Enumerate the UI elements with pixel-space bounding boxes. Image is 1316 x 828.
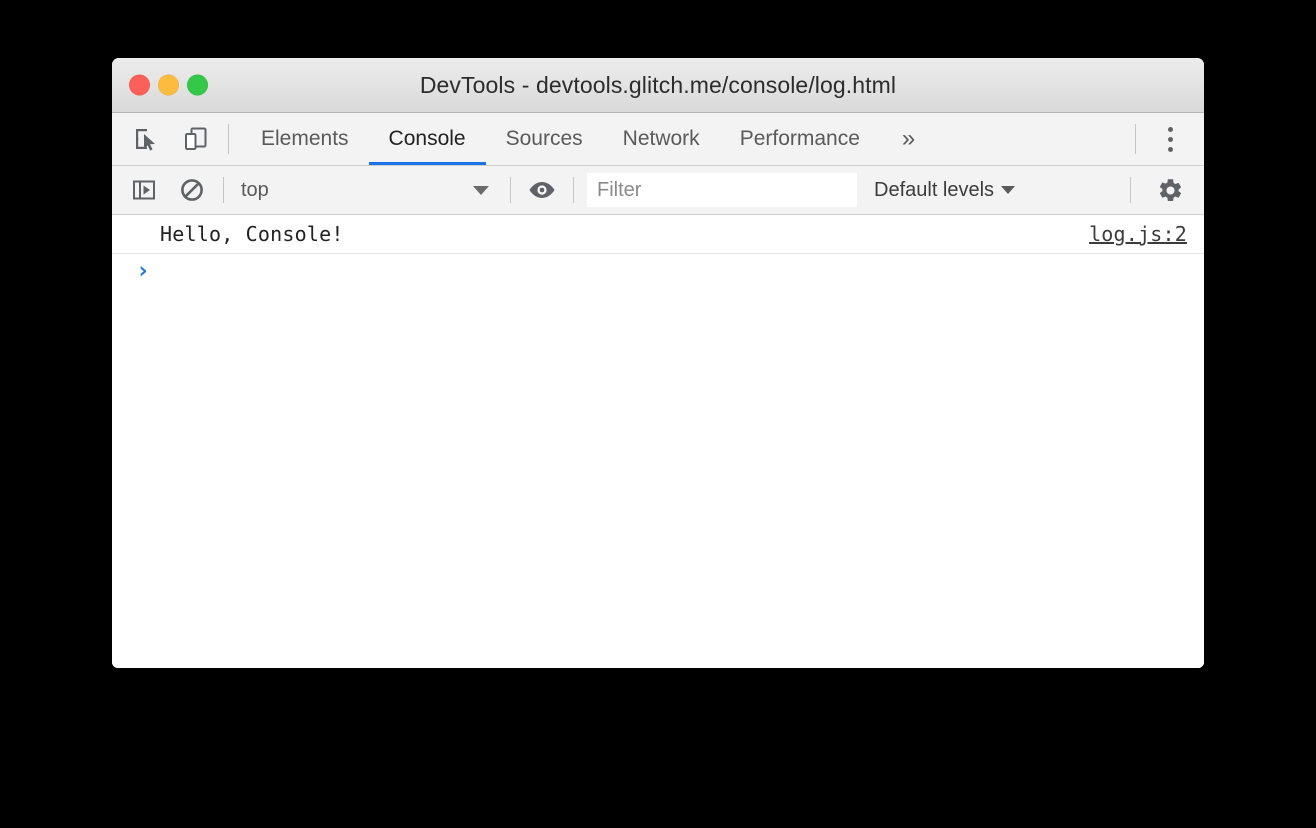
- tab-network[interactable]: Network: [603, 113, 720, 165]
- console-message-source-link[interactable]: log.js:2: [1089, 222, 1187, 246]
- tabbar-right-group: [1129, 113, 1204, 165]
- window-title: DevTools - devtools.glitch.me/console/lo…: [419, 71, 897, 98]
- kebab-dot: [1167, 146, 1173, 152]
- more-tabs-button[interactable]: »: [880, 113, 937, 165]
- console-toolbar-right: [1130, 169, 1204, 211]
- tab-sources[interactable]: Sources: [486, 113, 603, 165]
- clear-console-icon: [181, 179, 203, 201]
- console-message-text: Hello, Console!: [160, 222, 344, 246]
- console-toolbar: top Default levels: [112, 166, 1204, 215]
- tab-elements[interactable]: Elements: [241, 113, 369, 165]
- maximize-window-button[interactable]: [187, 74, 208, 96]
- clear-console-button[interactable]: [174, 172, 210, 208]
- devtools-tabbar: Elements Console Sources Network Perform…: [112, 113, 1204, 166]
- tabbar-right-divider: [1135, 124, 1136, 154]
- chevron-down-icon: [473, 185, 489, 195]
- console-toolbar-divider-3: [573, 177, 574, 203]
- console-settings-button[interactable]: [1149, 169, 1191, 211]
- log-levels-selector[interactable]: Default levels: [874, 178, 1016, 202]
- execution-context-selector[interactable]: top: [237, 175, 497, 205]
- chevron-down-icon: [1001, 186, 1016, 194]
- tabbar-divider: [228, 124, 229, 154]
- tab-performance[interactable]: Performance: [720, 113, 880, 165]
- console-prompt-row[interactable]: ›: [112, 254, 1204, 300]
- console-toolbar-divider-1: [223, 177, 224, 203]
- gear-icon: [1159, 178, 1181, 201]
- close-window-button[interactable]: [129, 74, 150, 96]
- sidebar-panel-icon: [133, 180, 155, 200]
- prompt-arrow-icon: ›: [136, 258, 150, 284]
- devtools-window: DevTools - devtools.glitch.me/console/lo…: [112, 58, 1204, 668]
- traffic-lights: [129, 74, 208, 96]
- main-menu-button[interactable]: [1150, 119, 1190, 159]
- tabbar-tool-icons: [112, 113, 214, 165]
- filter-input[interactable]: [587, 173, 857, 207]
- devtools-tabs: Elements Console Sources Network Perform…: [241, 113, 937, 165]
- console-prompt-input[interactable]: [150, 260, 1204, 288]
- eye-icon: [529, 182, 555, 198]
- device-toolbar-button[interactable]: [178, 121, 214, 157]
- inspect-element-icon: [136, 129, 155, 151]
- log-levels-label: Default levels: [874, 178, 995, 201]
- console-message-list[interactable]: Hello, Console! log.js:2 ›: [112, 215, 1204, 668]
- console-toolbar-divider-2: [510, 177, 511, 203]
- kebab-dot: [1167, 126, 1173, 132]
- window-titlebar: DevTools - devtools.glitch.me/console/lo…: [112, 58, 1204, 113]
- kebab-dot: [1167, 136, 1173, 142]
- device-toolbar-icon: [185, 127, 207, 150]
- tab-console[interactable]: Console: [368, 113, 486, 165]
- execution-context-label: top: [241, 178, 269, 201]
- minimize-window-button[interactable]: [158, 74, 179, 96]
- console-message-row[interactable]: Hello, Console! log.js:2: [112, 215, 1204, 254]
- screen: DevTools - devtools.glitch.me/console/lo…: [0, 0, 1316, 828]
- console-toolbar-divider-4: [1130, 177, 1131, 203]
- live-expression-button[interactable]: [524, 172, 560, 208]
- console-sidebar-toggle-button[interactable]: [126, 172, 162, 208]
- inspect-element-button[interactable]: [128, 121, 164, 157]
